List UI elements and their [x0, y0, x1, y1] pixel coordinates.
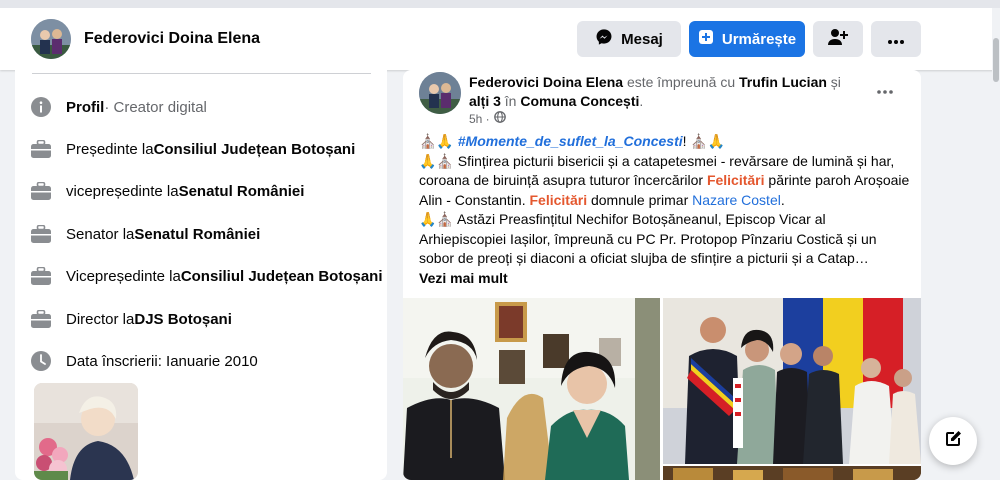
intro-work-org[interactable]: DJS Botoșani: [134, 311, 232, 328]
intro-joined-date: Data înscrierii: Ianuarie 2010: [66, 352, 258, 370]
more-dots-icon: [877, 81, 893, 99]
post-photo-1[interactable]: [403, 298, 660, 480]
post-header-text: Federovici Doina Elena este împreună cu …: [469, 73, 849, 111]
briefcase-icon: [30, 138, 52, 160]
intro-work-org[interactable]: Consiliul Județean Botoșani: [181, 268, 383, 285]
post-mention-mayor[interactable]: Nazare Costel: [692, 192, 781, 208]
intro-item-joined: Data înscrierii: Ianuarie 2010: [30, 350, 258, 372]
post-options-button[interactable]: [873, 78, 897, 102]
post-location[interactable]: Comuna Concești: [520, 93, 639, 109]
intro-work-role: vicepreședinte la: [66, 182, 179, 200]
messenger-icon: [595, 28, 613, 50]
intro-profile-category: · Creator digital: [104, 98, 207, 116]
info-icon: [30, 96, 52, 118]
featured-photo[interactable]: [34, 383, 138, 480]
message-button-label: Mesaj: [621, 30, 663, 48]
intro-work-org[interactable]: Consiliul Județean Botoșani: [154, 141, 356, 158]
pray-emoji: 🙏⛪: [419, 211, 454, 227]
briefcase-icon: [30, 308, 52, 330]
profile-name[interactable]: Federovici Doina Elena: [84, 30, 260, 48]
post-and-text: și: [826, 74, 841, 90]
post-with-text: este împreună cu: [623, 74, 740, 90]
intro-item-work: Președinte la Consiliul Județean Botoșan…: [30, 138, 355, 160]
post-highlight-felicitari: Felicitări: [529, 191, 588, 208]
new-message-button[interactable]: [929, 417, 977, 465]
post-timestamp[interactable]: 5h ·: [469, 112, 490, 126]
post-author-avatar[interactable]: [419, 72, 461, 114]
intro-work-role: Director la: [66, 310, 135, 328]
post-author-name[interactable]: Federovici Doina Elena: [469, 74, 623, 90]
add-friend-icon: [828, 28, 848, 50]
intro-work-role: Vicepreședinte la: [66, 267, 181, 285]
follow-plus-icon: [698, 29, 714, 49]
message-button[interactable]: Mesaj: [577, 21, 681, 57]
post-tagged-person[interactable]: Trufin Lucian: [739, 74, 827, 90]
post-photo-3[interactable]: [663, 466, 921, 480]
church-emoji: ⛪🙏: [419, 133, 454, 149]
intro-work-org[interactable]: Senatul României: [134, 226, 260, 243]
post-text-part: Astăzi Preasfințitul Nechifor Botoșănean…: [419, 211, 877, 266]
page-scrollbar[interactable]: [992, 8, 1000, 480]
intro-divider: [32, 73, 371, 74]
globe-icon: [493, 111, 506, 126]
briefcase-icon: [30, 180, 52, 202]
scrollbar-thumb[interactable]: [993, 38, 999, 82]
profile-header-bar: Federovici Doina Elena Mesaj Urmărește: [0, 0, 1000, 70]
briefcase-icon: [30, 265, 52, 287]
post-tagged-others[interactable]: alți 3: [469, 93, 501, 109]
post-hashtag-end: !: [682, 133, 687, 149]
post-highlight-felicitari: Felicitări: [706, 172, 765, 188]
intro-work-role: Președinte la: [66, 140, 154, 158]
intro-item-profile: Profil · Creator digital: [30, 96, 207, 118]
post-body: ⛪🙏 #Momente_de_suflet_la_Concesti! ⛪🙏 🙏⛪…: [419, 132, 911, 269]
add-friend-button[interactable]: [813, 21, 863, 57]
profile-avatar[interactable]: [31, 19, 71, 59]
intro-work-role: Senator la: [66, 225, 135, 243]
post-timestamp-row: 5h ·: [469, 111, 506, 126]
post-text-part: domnule primar: [587, 191, 693, 208]
compose-icon: [943, 429, 963, 454]
intro-item-work: Senator la Senatul României: [30, 223, 260, 245]
intro-card: Profil · Creator digital Președinte la C…: [15, 70, 387, 480]
intro-item-work: vicepreședinte la Senatul României: [30, 180, 304, 202]
follow-button-label: Urmărește: [721, 30, 797, 48]
intro-item-work: Vicepreședinte la Consiliul Județean Bot…: [30, 265, 383, 287]
see-more-link[interactable]: Vezi mai mult: [419, 270, 508, 286]
more-dots-icon: [888, 31, 904, 48]
intro-profile-label: Profil: [66, 98, 105, 116]
clock-icon: [30, 350, 52, 372]
more-options-button[interactable]: [871, 21, 921, 57]
post-text-part: .: [780, 191, 785, 208]
post-hashtag[interactable]: #Momente_de_suflet_la_Concesti: [458, 133, 683, 149]
follow-button[interactable]: Urmărește: [689, 21, 805, 57]
post-card: Federovici Doina Elena este împreună cu …: [403, 70, 921, 480]
post-in-text: în: [500, 93, 521, 109]
post-header-period: .: [639, 93, 644, 109]
intro-work-org[interactable]: Senatul României: [179, 183, 305, 200]
briefcase-icon: [30, 223, 52, 245]
top-edge: [0, 0, 1000, 8]
church-emoji: ⛪🙏: [690, 133, 726, 149]
pray-emoji: 🙏⛪: [419, 152, 454, 169]
intro-item-work: Director la DJS Botoșani: [30, 308, 232, 330]
post-photo-2[interactable]: [663, 298, 921, 464]
